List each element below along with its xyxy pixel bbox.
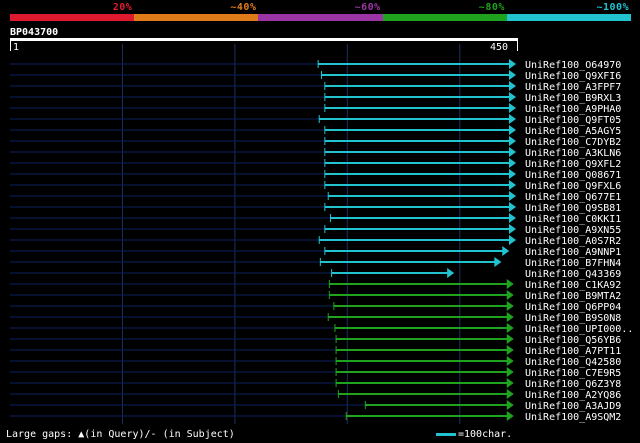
hit-arrow-icon (509, 147, 516, 157)
hit-arrow-icon (506, 345, 514, 355)
hit-arrow-icon (509, 114, 516, 124)
hit-name-link[interactable]: UniRef100_A3AJD9 (525, 401, 621, 412)
alignment-hit-map: UniRef100_O64970UniRef100_Q9XFI6UniRef10… (10, 44, 633, 424)
hit-arrow-icon (447, 268, 455, 278)
hit-arrow-icon (509, 92, 516, 102)
hit-arrow-icon (509, 202, 516, 212)
hit-arrow-icon (494, 257, 502, 267)
hit-name-link[interactable]: UniRef100_A9XN55 (525, 225, 621, 236)
hit-name-link[interactable]: UniRef100_Q42580 (525, 357, 621, 368)
hit-name-link[interactable]: UniRef100_A7PT11 (525, 346, 621, 357)
hit-arrow-icon (509, 70, 516, 80)
hit-name-link[interactable]: UniRef100_A0S7R2 (525, 236, 621, 247)
hit-name-link[interactable]: UniRef100_A9PHA0 (525, 104, 621, 115)
hit-arrow-icon (509, 169, 516, 179)
hit-arrow-icon (509, 235, 516, 245)
hit-arrow-icon (502, 246, 510, 256)
hit-arrow-icon (509, 81, 516, 91)
hit-name-link[interactable]: UniRef100_B9MTA2 (525, 291, 621, 302)
hit-name-link[interactable]: UniRef100_C7DYB2 (525, 137, 621, 148)
hit-name-link[interactable]: UniRef100_Q9SB81 (525, 203, 621, 214)
hit-name-link[interactable]: UniRef100_Q677E1 (525, 192, 621, 203)
hit-arrow-icon (506, 400, 514, 410)
hit-arrow-icon (506, 323, 514, 333)
scale-bar (436, 433, 456, 436)
hit-name-link[interactable]: UniRef100_B9RXL3 (525, 93, 621, 104)
hit-name-link[interactable]: UniRef100_A3FPF7 (525, 82, 621, 93)
hit-name-link[interactable]: UniRef100_Q56YB6 (525, 335, 621, 346)
hit-arrow-icon (506, 411, 514, 421)
gap-legend-text: (in Query)/- (in Subject) (84, 429, 235, 440)
hit-arrow-icon (509, 180, 516, 190)
hit-arrow-icon (509, 158, 516, 168)
hit-arrow-icon (509, 59, 516, 69)
hit-arrow-icon (509, 125, 516, 135)
hit-name-link[interactable]: UniRef100_B7FHN4 (525, 258, 621, 269)
gap-legend: Large gaps: ▲(in Query)/- (in Subject) (6, 429, 235, 440)
scale-legend-text: =100char. (458, 429, 513, 440)
hit-arrow-icon (506, 301, 514, 311)
hit-arrow-icon (506, 290, 514, 300)
scale-legend: =100char. (436, 429, 512, 440)
hit-name-link[interactable]: UniRef100_O64970 (525, 60, 621, 71)
hit-arrow-icon (506, 389, 514, 399)
hit-name-link[interactable]: UniRef100_Q6Z3Y8 (525, 379, 621, 390)
hit-arrow-icon (506, 279, 514, 289)
hit-name-link[interactable]: UniRef100_A9NNP1 (525, 247, 621, 258)
hit-arrow-icon (506, 378, 514, 388)
hit-arrow-icon (509, 224, 516, 234)
gap-legend-label: Large gaps: (6, 429, 73, 440)
hit-name-link[interactable]: UniRef100_A3KLN6 (525, 148, 621, 159)
hit-name-link[interactable]: UniRef100_UPI000.. (525, 324, 633, 335)
hit-name-link[interactable]: UniRef100_A9SQM2 (525, 412, 621, 423)
hit-arrow-icon (509, 191, 516, 201)
hit-name-link[interactable]: UniRef100_Q6PP04 (525, 302, 621, 313)
hit-arrow-icon (509, 103, 516, 113)
hit-name-link[interactable]: UniRef100_C7E9R5 (525, 368, 621, 379)
hit-name-link[interactable]: UniRef100_B9S0N8 (525, 313, 621, 324)
hit-name-link[interactable]: UniRef100_A2YQ86 (525, 390, 621, 401)
hit-name-link[interactable]: UniRef100_A5AGY5 (525, 126, 621, 137)
hit-arrow-icon (506, 356, 514, 366)
hit-name-link[interactable]: UniRef100_Q9FXL6 (525, 181, 621, 192)
hit-arrow-icon (509, 136, 516, 146)
hit-arrow-icon (506, 334, 514, 344)
hit-name-link[interactable]: UniRef100_C0KKI1 (525, 214, 621, 225)
hit-name-link[interactable]: UniRef100_Q9XFI6 (525, 71, 621, 82)
hit-arrow-icon (506, 367, 514, 377)
hit-name-link[interactable]: UniRef100_C1KA92 (525, 280, 621, 291)
hit-name-link[interactable]: UniRef100_Q08671 (525, 170, 621, 181)
hit-name-link[interactable]: UniRef100_Q43369 (525, 269, 621, 280)
hit-name-link[interactable]: UniRef100_Q9FT05 (525, 115, 621, 126)
hit-name-link[interactable]: UniRef100_Q9XFL2 (525, 159, 621, 170)
hit-arrow-icon (509, 213, 516, 223)
hit-arrow-icon (506, 312, 514, 322)
